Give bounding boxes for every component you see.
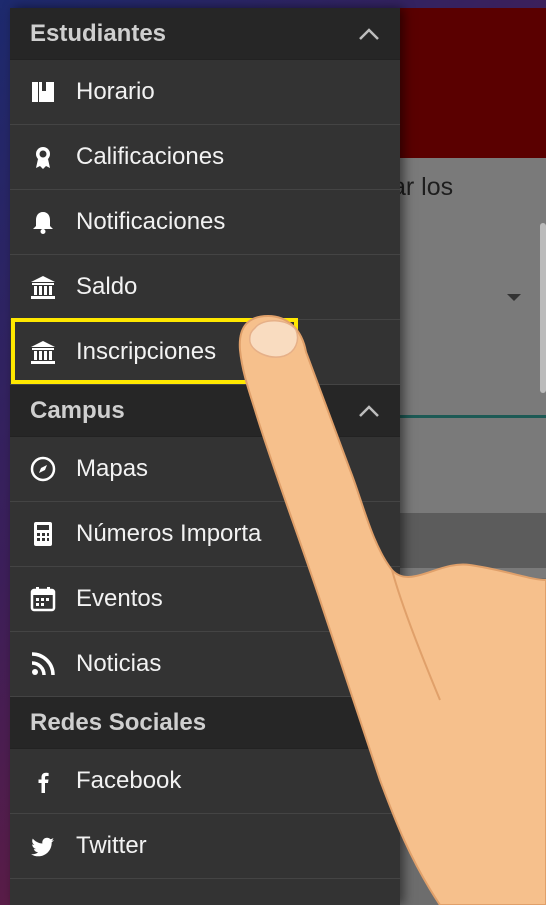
chevron-up-icon[interactable]: [358, 400, 380, 422]
drawer-item-label: Eventos: [76, 585, 163, 612]
drawer-item-label: Noticias: [76, 650, 162, 677]
drawer-item-numeros-importantes[interactable]: Números Importa: [10, 502, 400, 567]
scrollbar[interactable]: [540, 223, 546, 393]
section-title: Estudiantes: [30, 19, 167, 47]
drawer-item-label: Números Importa: [76, 520, 262, 547]
drawer-item-label: Calificaciones: [76, 143, 225, 170]
drawer-item-inscripciones[interactable]: Inscripciones: [10, 320, 400, 385]
section-title: Redes Sociales: [30, 708, 207, 736]
app-footer-band: [396, 513, 546, 568]
calculator-icon: [28, 519, 58, 549]
drawer-item-label: Mapas: [76, 455, 149, 482]
drawer-item-label: Twitter: [76, 832, 147, 859]
drawer-item-eventos[interactable]: Eventos: [10, 567, 400, 632]
bell-icon: [28, 207, 58, 237]
drawer-item-noticias[interactable]: Noticias: [10, 632, 400, 697]
award-icon: [28, 142, 58, 172]
drawer-item-label: Saldo: [76, 273, 138, 300]
drawer-item-mapas[interactable]: Mapas: [10, 437, 400, 502]
drawer-item-label: Facebook: [76, 767, 182, 794]
section-title: Campus: [30, 396, 125, 424]
input-underline: [396, 415, 546, 418]
navigation-drawer: Estudiantes Horario Calificaciones Notif…: [10, 8, 400, 905]
drawer-item-notificaciones[interactable]: Notificaciones: [10, 190, 400, 255]
section-header-campus[interactable]: Campus: [10, 385, 400, 437]
chevron-up-icon[interactable]: [358, 23, 380, 45]
drawer-item-calificaciones[interactable]: Calificaciones: [10, 125, 400, 190]
rss-icon: [28, 649, 58, 679]
drawer-item-horario[interactable]: Horario: [10, 60, 400, 125]
app-partial-text: ar los: [392, 173, 454, 201]
twitter-icon: [28, 831, 58, 861]
book-icon: [28, 77, 58, 107]
drawer-item-label: Inscripciones: [76, 338, 217, 365]
section-header-estudiantes[interactable]: Estudiantes: [10, 8, 400, 60]
drawer-item-label: Horario: [76, 78, 155, 105]
drawer-item-twitter[interactable]: Twitter: [10, 814, 400, 879]
dropdown-arrow-icon[interactable]: [507, 294, 521, 301]
calendar-icon: [28, 584, 58, 614]
drawer-item-facebook[interactable]: Facebook: [10, 749, 400, 814]
facebook-icon: [28, 766, 58, 796]
drawer-item-saldo[interactable]: Saldo: [10, 255, 400, 320]
bank-icon: [28, 337, 58, 367]
bank-icon: [28, 272, 58, 302]
compass-icon: [28, 454, 58, 484]
section-header-redes-sociales[interactable]: Redes Sociales: [10, 697, 400, 749]
drawer-item-label: Notificaciones: [76, 208, 226, 235]
